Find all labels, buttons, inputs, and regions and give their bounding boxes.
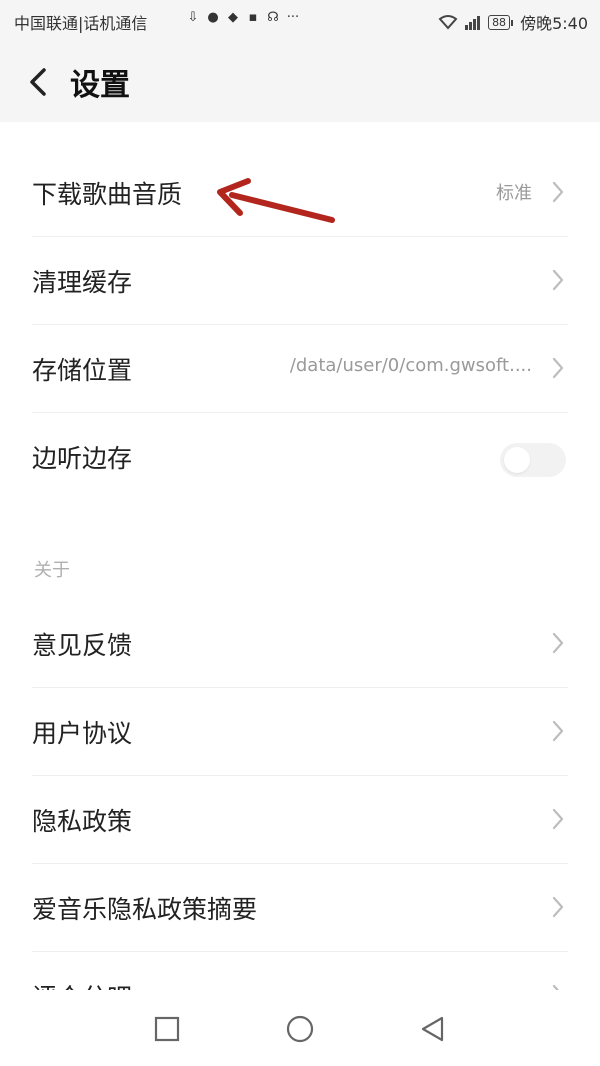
about-item-privacy-policy[interactable]: 隐私政策 bbox=[0, 776, 600, 864]
wifi-icon bbox=[438, 15, 458, 30]
navigation-bar bbox=[0, 990, 600, 1066]
toggle-knob bbox=[504, 447, 530, 473]
home-circle-icon[interactable] bbox=[285, 1014, 315, 1044]
setting-download-quality[interactable]: 下载歌曲音质 标准 bbox=[0, 149, 600, 237]
about-item-label: 爱音乐隐私政策摘要 bbox=[32, 895, 258, 924]
setting-clear-cache[interactable]: 清理缓存 bbox=[0, 237, 600, 325]
setting-label: 下载歌曲音质 bbox=[32, 180, 183, 209]
chat-icon: ● bbox=[207, 10, 219, 25]
chevron-right-icon bbox=[552, 181, 564, 203]
about-item-privacy-summary[interactable]: 爱音乐隐私政策摘要 bbox=[0, 864, 600, 952]
chevron-right-icon bbox=[552, 632, 564, 654]
notification-icons: ⇩ ● ◆ ▪ ☊ ··· bbox=[186, 11, 300, 25]
setting-value: 标准 bbox=[496, 183, 532, 204]
about-item-feedback[interactable]: 意见反馈 bbox=[0, 600, 600, 688]
section-header-about: 关于 bbox=[34, 560, 70, 581]
chevron-right-icon bbox=[552, 808, 564, 830]
page-title: 设置 bbox=[70, 68, 130, 103]
setting-label: 边听边存 bbox=[32, 444, 133, 473]
battery-icon: 88 bbox=[488, 14, 514, 30]
back-triangle-icon[interactable] bbox=[418, 1014, 448, 1044]
listen-save-toggle[interactable] bbox=[500, 443, 566, 477]
about-item-label: 用户协议 bbox=[32, 719, 133, 748]
setting-listen-and-save: 边听边存 bbox=[0, 413, 600, 501]
chevron-right-icon bbox=[552, 357, 564, 379]
ghost-icon: ☊ bbox=[267, 10, 279, 25]
recents-square-icon[interactable] bbox=[152, 1014, 182, 1044]
signal-icon bbox=[465, 16, 481, 30]
setting-label: 清理缓存 bbox=[32, 268, 133, 297]
app-bar: 设置 bbox=[0, 42, 600, 122]
chevron-right-icon bbox=[552, 720, 564, 742]
carrier-label: 中国联通|话机通信 bbox=[14, 14, 148, 33]
setting-label: 存储位置 bbox=[32, 356, 133, 385]
clock: 傍晚5:40 bbox=[520, 14, 588, 33]
back-icon[interactable] bbox=[24, 62, 54, 102]
about-item-user-agreement[interactable]: 用户协议 bbox=[0, 688, 600, 776]
status-bar: 中国联通|话机通信 ⇩ ● ◆ ▪ ☊ ··· 88 傍晚5:40 bbox=[0, 0, 600, 42]
setting-value: /data/user/0/com.gwsoft.... bbox=[289, 355, 532, 376]
about-item-label: 隐私政策 bbox=[32, 807, 133, 836]
about-item-label: 意见反馈 bbox=[32, 631, 133, 660]
chevron-right-icon bbox=[552, 896, 564, 918]
setting-storage-location[interactable]: 存储位置 /data/user/0/com.gwsoft.... bbox=[0, 325, 600, 413]
app-icon: ◆ bbox=[228, 10, 238, 25]
download-icon: ⇩ bbox=[187, 10, 199, 25]
chevron-right-icon bbox=[552, 269, 564, 291]
more-icon: ··· bbox=[286, 10, 300, 25]
wallet-icon: ▪ bbox=[248, 10, 258, 25]
